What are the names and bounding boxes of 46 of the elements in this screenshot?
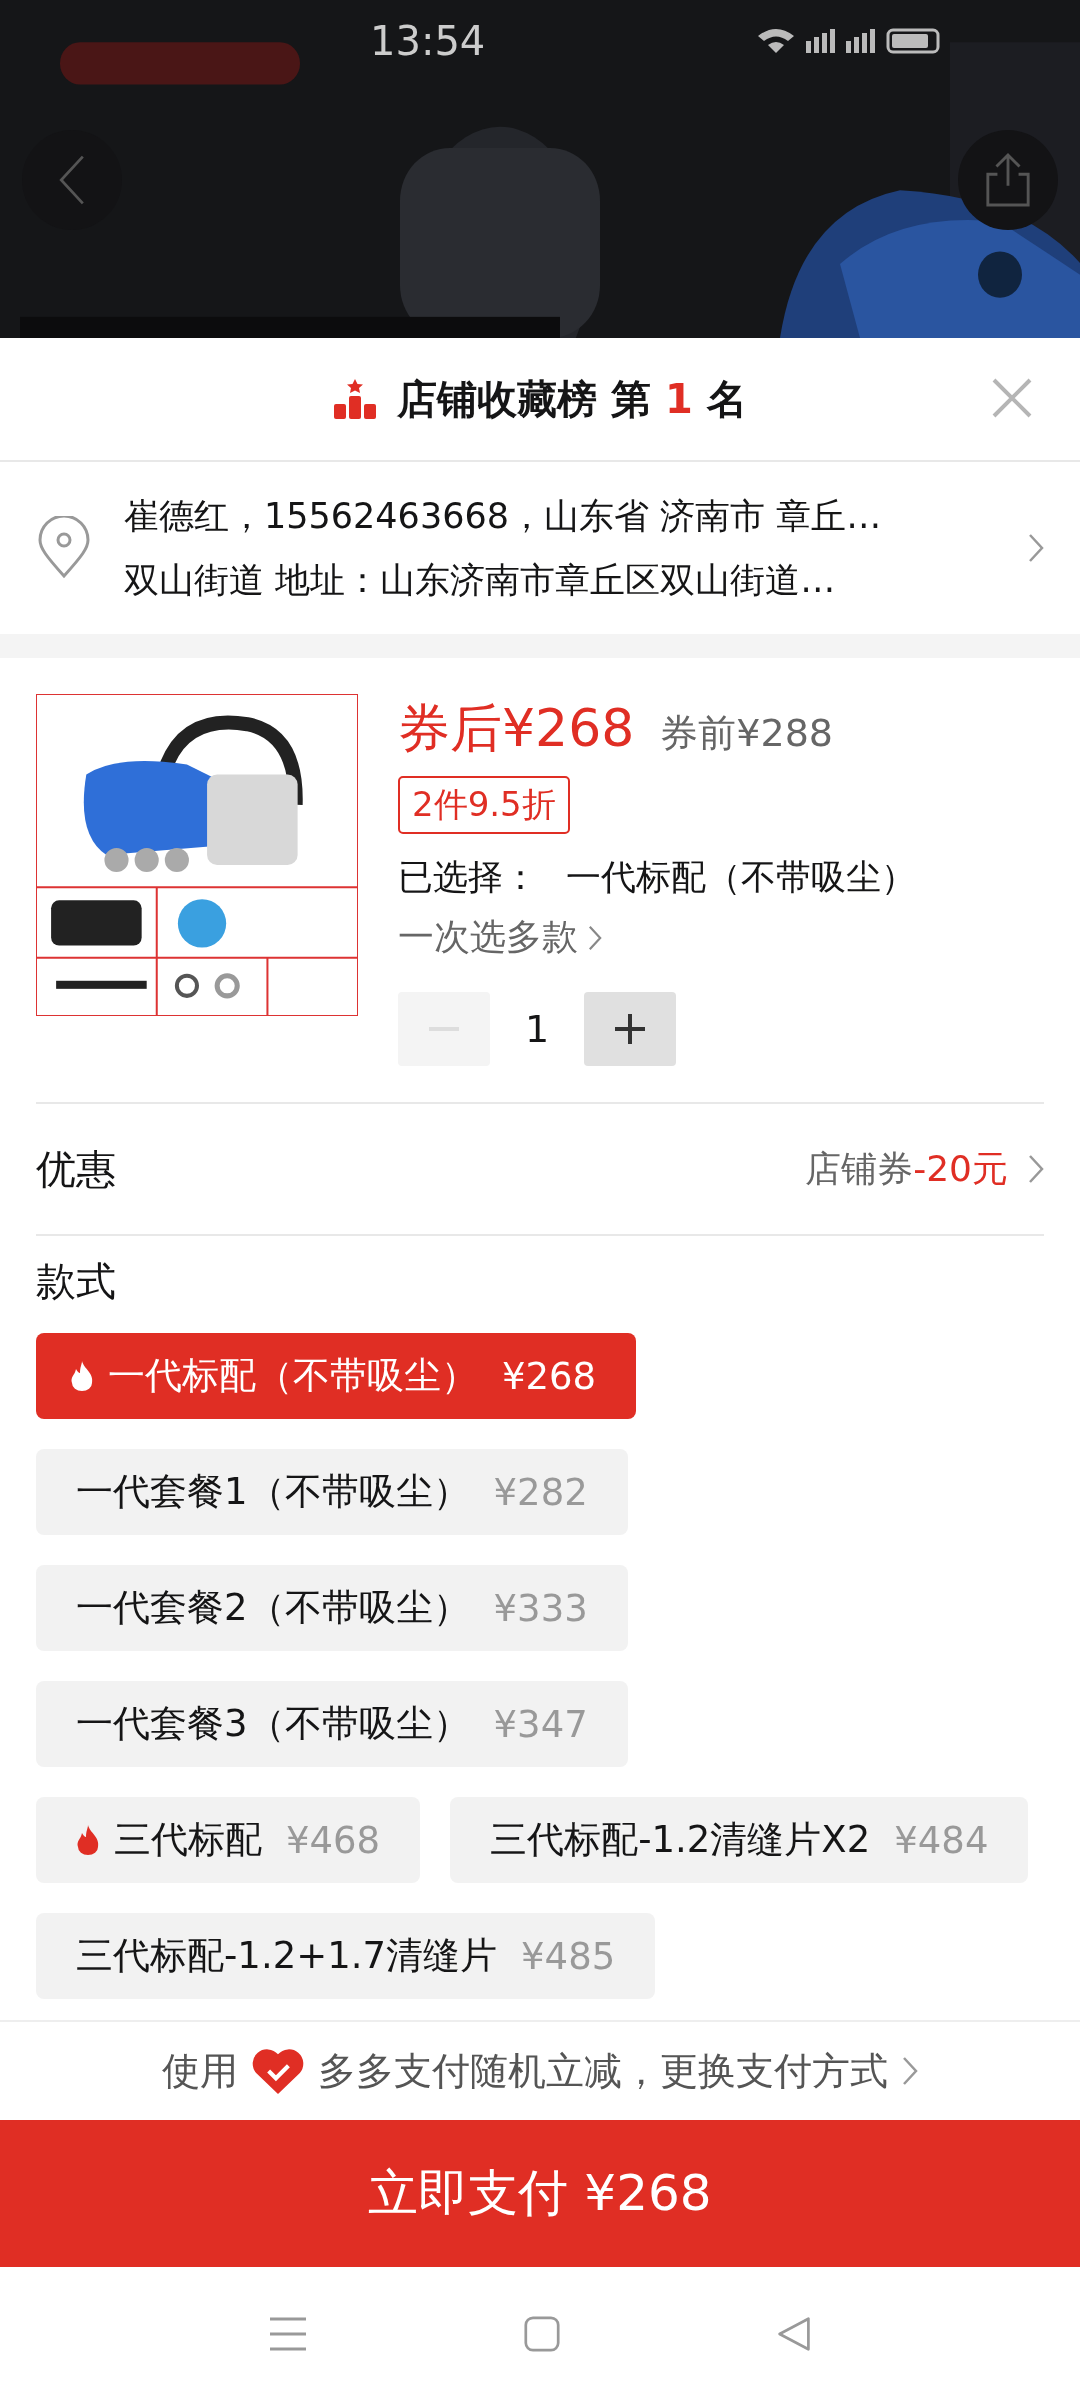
selected-value: 一代标配（不带吸尘） — [566, 856, 916, 899]
price-after-coupon: 券后¥268 — [398, 697, 635, 760]
heart-check-icon — [252, 2048, 304, 2094]
style-label: 款式 — [36, 1257, 117, 1306]
quantity-value: 1 — [523, 1007, 551, 1051]
share-icon — [984, 151, 1032, 209]
style-option[interactable]: 三代标配-1.2清缝片X2 ¥484 — [450, 1797, 1029, 1883]
signal-icon — [806, 27, 836, 55]
payment-tip-text: 多多支付随机立减，更换支付方式 — [318, 2047, 888, 2095]
address-line: 崔德红，15562463668，山东省 济南市 章丘… — [124, 495, 883, 538]
discount-row[interactable]: 优惠 店铺券-20元 — [36, 1104, 1044, 1236]
discount-label: 优惠 — [36, 1144, 117, 1194]
chevron-right-icon — [1028, 533, 1044, 563]
address-row[interactable]: 崔德红，15562463668，山东省 济南市 章丘… 双山街道 地址：山东济南市章丘区双山街道… — [0, 462, 1080, 634]
style-option[interactable]: 一代套餐2（不带吸尘） ¥333 — [36, 1565, 628, 1651]
discount-tag: 2件9.5折 — [398, 776, 570, 834]
ranking-icon — [333, 379, 378, 419]
selected-label: 已选择： — [398, 856, 538, 899]
coupon-text: 店铺券-20元 — [805, 1146, 1008, 1191]
battery-icon — [886, 28, 940, 54]
home-square-icon[interactable] — [524, 2315, 560, 2352]
status-time: 13:54 — [370, 18, 486, 64]
price-before-coupon: 券前¥288 — [660, 710, 834, 757]
payment-tip-prefix: 使用 — [162, 2047, 238, 2095]
style-option[interactable]: 一代套餐3（不带吸尘） ¥347 — [36, 1681, 628, 1767]
increase-button[interactable] — [584, 992, 676, 1066]
chevron-right-icon — [902, 2056, 918, 2086]
close-icon[interactable] — [992, 378, 1032, 418]
wifi-icon — [756, 26, 796, 56]
flame-icon — [76, 1825, 100, 1855]
style-option[interactable]: 三代标配 ¥468 — [36, 1797, 421, 1883]
menu-icon[interactable] — [268, 2315, 308, 2352]
pay-button[interactable]: 立即支付 ¥268 — [0, 2120, 1080, 2267]
style-option[interactable]: 一代标配（不带吸尘） ¥268 — [36, 1333, 637, 1419]
chevron-right-icon — [588, 924, 602, 951]
signal-icon — [846, 27, 876, 55]
back-triangle-icon[interactable] — [776, 2315, 812, 2352]
chevron-right-icon — [1028, 1154, 1044, 1184]
flame-icon — [70, 1361, 94, 1391]
address-line: 双山街道 地址：山东济南市章丘区双山街道… — [124, 559, 837, 602]
location-pin-icon — [36, 516, 92, 580]
style-option[interactable]: 三代标配-1.2+1.7清缝片 ¥485 — [36, 1913, 656, 1999]
plus-icon — [615, 1014, 645, 1044]
multi-select-link[interactable]: 一次选多款 — [398, 913, 602, 962]
sheet-title: 店铺收藏榜 第 1 名 — [397, 374, 747, 424]
style-option[interactable]: 一代套餐1（不带吸尘） ¥282 — [36, 1449, 628, 1535]
